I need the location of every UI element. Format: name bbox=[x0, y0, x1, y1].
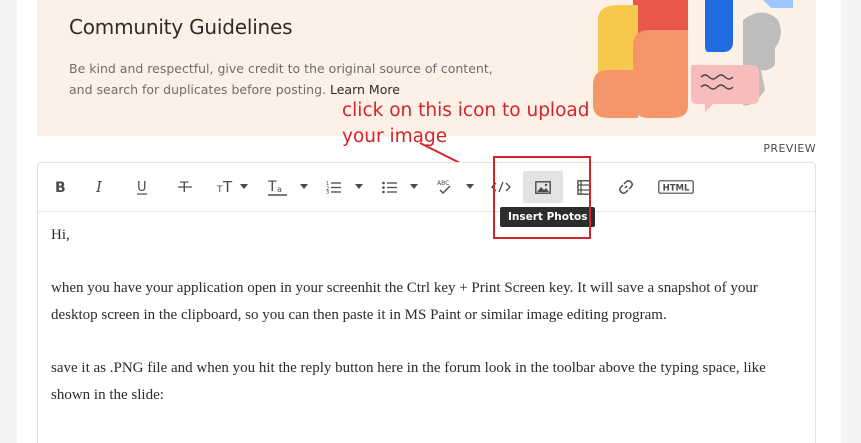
guidelines-illustration bbox=[593, 0, 793, 118]
text-format-button[interactable]: Ta bbox=[266, 171, 290, 203]
guidelines-body: Be kind and respectful, give credit to t… bbox=[69, 61, 493, 97]
font-size-button[interactable]: TT bbox=[215, 171, 241, 203]
annotation-line-1: click on this icon to upload bbox=[342, 100, 590, 121]
font-size-dropdown[interactable] bbox=[240, 184, 248, 189]
spellcheck-button[interactable]: ABC bbox=[434, 171, 456, 203]
text-format-dropdown[interactable] bbox=[300, 184, 308, 189]
spellcheck-dropdown[interactable] bbox=[466, 184, 474, 189]
html-label: HTML bbox=[663, 184, 690, 194]
numbered-list-button[interactable]: 123 bbox=[324, 171, 344, 203]
italic-icon: I bbox=[95, 179, 103, 195]
svg-text:T: T bbox=[216, 185, 223, 195]
italic-button[interactable]: I bbox=[90, 171, 110, 203]
bullet-list-dropdown[interactable] bbox=[410, 184, 418, 189]
text-size-icon: TT bbox=[216, 179, 233, 195]
svg-text:I: I bbox=[95, 179, 103, 195]
bullet-list-icon bbox=[382, 181, 397, 194]
rich-text-editor: B I U T TT Ta 123 ABC bbox=[37, 162, 816, 443]
svg-text:B: B bbox=[55, 180, 66, 195]
content-paragraph-2: save it as .PNG file and when you hit th… bbox=[51, 360, 766, 403]
bold-button[interactable]: B bbox=[50, 171, 70, 203]
strikethrough-button[interactable]: T bbox=[175, 171, 195, 203]
guidelines-text: Be kind and respectful, give credit to t… bbox=[69, 58, 499, 100]
text-format-icon: Ta bbox=[267, 179, 287, 196]
link-icon bbox=[619, 180, 633, 194]
content-greeting: Hi, bbox=[51, 227, 70, 243]
svg-text:T: T bbox=[267, 179, 277, 195]
bold-icon: B bbox=[55, 180, 66, 195]
underline-button[interactable]: U bbox=[132, 171, 152, 203]
svg-text:T: T bbox=[222, 179, 233, 195]
guidelines-title: Community Guidelines bbox=[69, 15, 293, 39]
insert-link-button[interactable] bbox=[616, 171, 636, 203]
numbered-list-icon: 123 bbox=[326, 181, 341, 194]
spellcheck-icon: ABC bbox=[437, 180, 451, 194]
svg-text:3: 3 bbox=[326, 190, 329, 194]
learn-more-link[interactable]: Learn More bbox=[330, 82, 400, 97]
content-paragraph-1: when you have your application open in y… bbox=[51, 280, 758, 323]
preview-label[interactable]: PREVIEW bbox=[763, 142, 816, 155]
bullet-list-button[interactable] bbox=[380, 171, 400, 203]
underline-icon: U bbox=[137, 180, 147, 195]
html-icon: HTML bbox=[658, 180, 694, 194]
editor-content[interactable]: Hi, when you have your application open … bbox=[51, 222, 791, 435]
editor-toolbar: B I U T TT Ta 123 ABC bbox=[38, 163, 815, 212]
annotation-highlight-box bbox=[493, 156, 591, 239]
strikethrough-icon: T bbox=[178, 180, 192, 195]
spellcheck-label: ABC bbox=[437, 180, 449, 187]
svg-text:U: U bbox=[137, 180, 147, 195]
numbered-list-dropdown[interactable] bbox=[355, 184, 363, 189]
html-source-button[interactable]: HTML bbox=[656, 171, 696, 203]
svg-text:a: a bbox=[277, 185, 282, 194]
